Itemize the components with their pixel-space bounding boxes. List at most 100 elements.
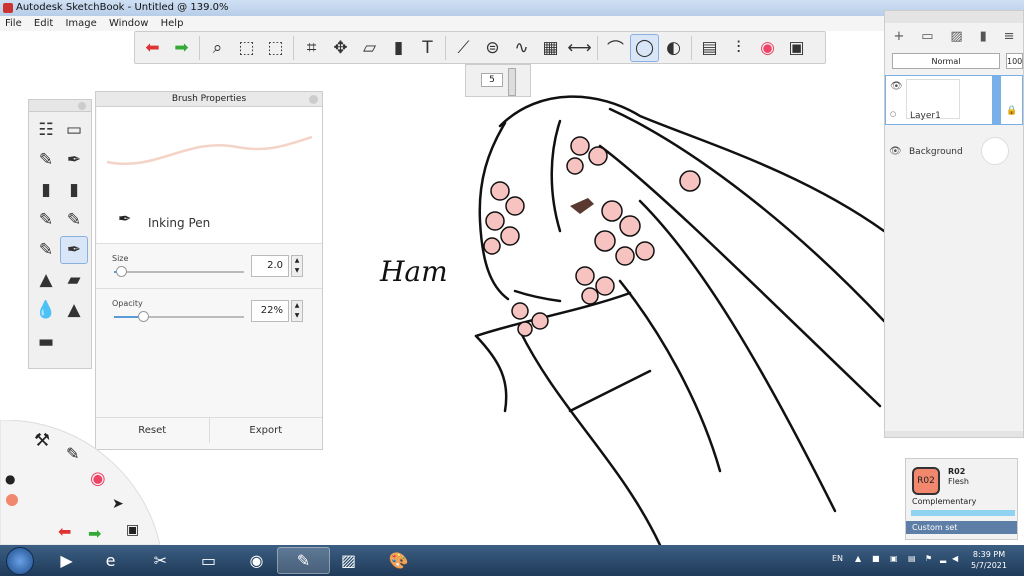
- size-slider-knob[interactable]: [115, 266, 127, 277]
- current-color-swatch[interactable]: [6, 494, 18, 506]
- folder-icon[interactable]: ▭: [921, 29, 933, 44]
- palette-grip[interactable]: [29, 100, 91, 112]
- flag-icon[interactable]: ⚑: [925, 554, 932, 563]
- file-explorer-task[interactable]: ▭: [182, 547, 235, 574]
- copic-icon[interactable]: ▤: [695, 34, 724, 62]
- complementary-label[interactable]: Complementary: [912, 497, 976, 506]
- marker-brush-icon[interactable]: ▮: [32, 176, 60, 204]
- layer-row[interactable]: 👁 ○ Layer1 🔒: [885, 75, 1023, 125]
- eraser-icon[interactable]: ▰: [60, 266, 88, 294]
- brush-size-value[interactable]: 5: [481, 73, 503, 87]
- custom-set-header[interactable]: Custom set: [906, 521, 1017, 534]
- brush-library-icon[interactable]: ▭: [60, 116, 88, 144]
- visibility-eye-icon[interactable]: 👁: [889, 146, 902, 157]
- lock-dot-icon[interactable]: ○: [890, 110, 896, 118]
- ballpoint-brush-icon[interactable]: ✒: [60, 146, 88, 174]
- curve-icon[interactable]: ∿: [507, 34, 536, 62]
- system-clock[interactable]: 8:39 PM 5/7/2021: [960, 549, 1018, 571]
- library-icon[interactable]: ▣: [782, 34, 811, 62]
- lasso-icon[interactable]: ⬚: [261, 34, 290, 62]
- tray-expand-icon[interactable]: ▲: [855, 554, 861, 563]
- menu-image[interactable]: Image: [65, 18, 96, 29]
- shape-icon[interactable]: ◐: [659, 34, 688, 62]
- paint-task[interactable]: 🎨: [372, 547, 425, 574]
- background-color-swatch[interactable]: [981, 137, 1009, 165]
- airbrush-icon[interactable]: ✎: [60, 206, 88, 234]
- undo-icon[interactable]: ⬅: [138, 34, 167, 62]
- internet-explorer-task[interactable]: e: [84, 547, 137, 574]
- hard-eraser-icon[interactable]: ▬: [32, 328, 60, 356]
- opacity-value-input[interactable]: 22%: [251, 300, 289, 322]
- stroke-icon[interactable]: ⌒: [601, 34, 630, 62]
- select-icon[interactable]: ⬚: [232, 34, 261, 62]
- complementary-color-bar[interactable]: [911, 510, 1015, 516]
- chrome-task[interactable]: ◉: [230, 547, 283, 574]
- crop-icon[interactable]: ⌗: [297, 34, 326, 62]
- panel-resize-grip[interactable]: [885, 431, 1023, 437]
- menu-window[interactable]: Window: [109, 18, 148, 29]
- tray-app-icon[interactable]: ▤: [908, 554, 916, 563]
- text-icon[interactable]: T: [413, 34, 442, 62]
- lock-icon[interactable]: 🔒: [1006, 106, 1017, 116]
- tools-icon[interactable]: ⚒: [34, 430, 50, 451]
- redo-icon[interactable]: ➡: [167, 34, 196, 62]
- distort-icon[interactable]: ▱: [355, 34, 384, 62]
- size-value-input[interactable]: 2.0: [251, 255, 289, 277]
- inking-pen-icon[interactable]: ✒: [60, 236, 88, 264]
- sharpen-icon[interactable]: ▲: [60, 296, 88, 324]
- photos-task[interactable]: ▨: [322, 547, 375, 574]
- layer-opacity-field[interactable]: 100: [1006, 53, 1023, 69]
- brush-size-puck[interactable]: 5: [465, 64, 531, 97]
- panel-header[interactable]: Brush Properties: [96, 92, 322, 107]
- layer-row[interactable]: 👁 Background: [885, 127, 1023, 177]
- opacity-slider[interactable]: [114, 311, 244, 322]
- blur-icon[interactable]: 💧: [32, 296, 60, 324]
- ruler-icon[interactable]: ⟋: [449, 34, 478, 62]
- image-icon[interactable]: ▨: [950, 29, 962, 44]
- symmetry-icon[interactable]: ⟷: [565, 34, 594, 62]
- language-indicator[interactable]: EN: [832, 554, 843, 563]
- transform-icon[interactable]: ✥: [326, 34, 355, 62]
- redo-icon[interactable]: ➡: [88, 524, 101, 543]
- visibility-eye-icon[interactable]: 👁: [890, 81, 903, 92]
- felt-pen-icon[interactable]: ✎: [32, 236, 60, 264]
- menu-icon[interactable]: ≡: [1004, 29, 1015, 44]
- close-icon[interactable]: [309, 95, 318, 104]
- blend-mode-select[interactable]: Normal: [892, 53, 1000, 69]
- size-slider[interactable]: [114, 266, 244, 277]
- chisel-brush-icon[interactable]: ▮: [60, 176, 88, 204]
- select-arrow-icon[interactable]: ➤: [112, 496, 124, 512]
- size-stepper[interactable]: ▲ ▼: [291, 255, 303, 277]
- volume-icon[interactable]: ◀: [952, 554, 958, 563]
- fill-icon[interactable]: ▮: [384, 34, 413, 62]
- network-icon[interactable]: ▂: [940, 554, 946, 563]
- brush-set-icon[interactable]: ⫶: [724, 34, 753, 62]
- undo-icon[interactable]: ⬅: [58, 522, 71, 541]
- start-button[interactable]: [6, 547, 34, 575]
- color-wheel-icon[interactable]: ◉: [90, 468, 106, 489]
- color-wheel-icon[interactable]: ◉: [753, 34, 782, 62]
- brush-size-slider[interactable]: [508, 68, 516, 96]
- export-button[interactable]: Export: [208, 418, 323, 443]
- menu-help[interactable]: Help: [161, 18, 184, 29]
- layer-opacity-bar[interactable]: [992, 76, 1001, 124]
- add-layer-icon[interactable]: +: [893, 29, 904, 44]
- opacity-stepper[interactable]: ▲ ▼: [291, 300, 303, 322]
- opacity-slider-knob[interactable]: [137, 311, 149, 322]
- tray-app-icon[interactable]: ■: [872, 554, 880, 563]
- panel-grip[interactable]: [885, 11, 1023, 23]
- predictive-stroke-icon[interactable]: ◯: [630, 33, 659, 62]
- snipping-tool-task[interactable]: ✂: [134, 547, 187, 574]
- pencil-brush-icon[interactable]: ✎: [32, 146, 60, 174]
- menu-edit[interactable]: Edit: [34, 18, 53, 29]
- smudge-icon[interactable]: ▲: [32, 266, 60, 294]
- layers-icon[interactable]: ▣: [126, 522, 139, 538]
- menu-file[interactable]: File: [5, 18, 22, 29]
- clear-icon[interactable]: ▮: [980, 29, 987, 44]
- perspective-icon[interactable]: ▦: [536, 34, 565, 62]
- brush-tool-icon[interactable]: ✎: [66, 444, 79, 463]
- ellipse-guide-icon[interactable]: ⊜: [478, 34, 507, 62]
- close-icon[interactable]: [78, 102, 86, 110]
- brush-settings-icon[interactable]: ☷: [32, 116, 60, 144]
- zoom-icon[interactable]: ⌕: [203, 34, 232, 62]
